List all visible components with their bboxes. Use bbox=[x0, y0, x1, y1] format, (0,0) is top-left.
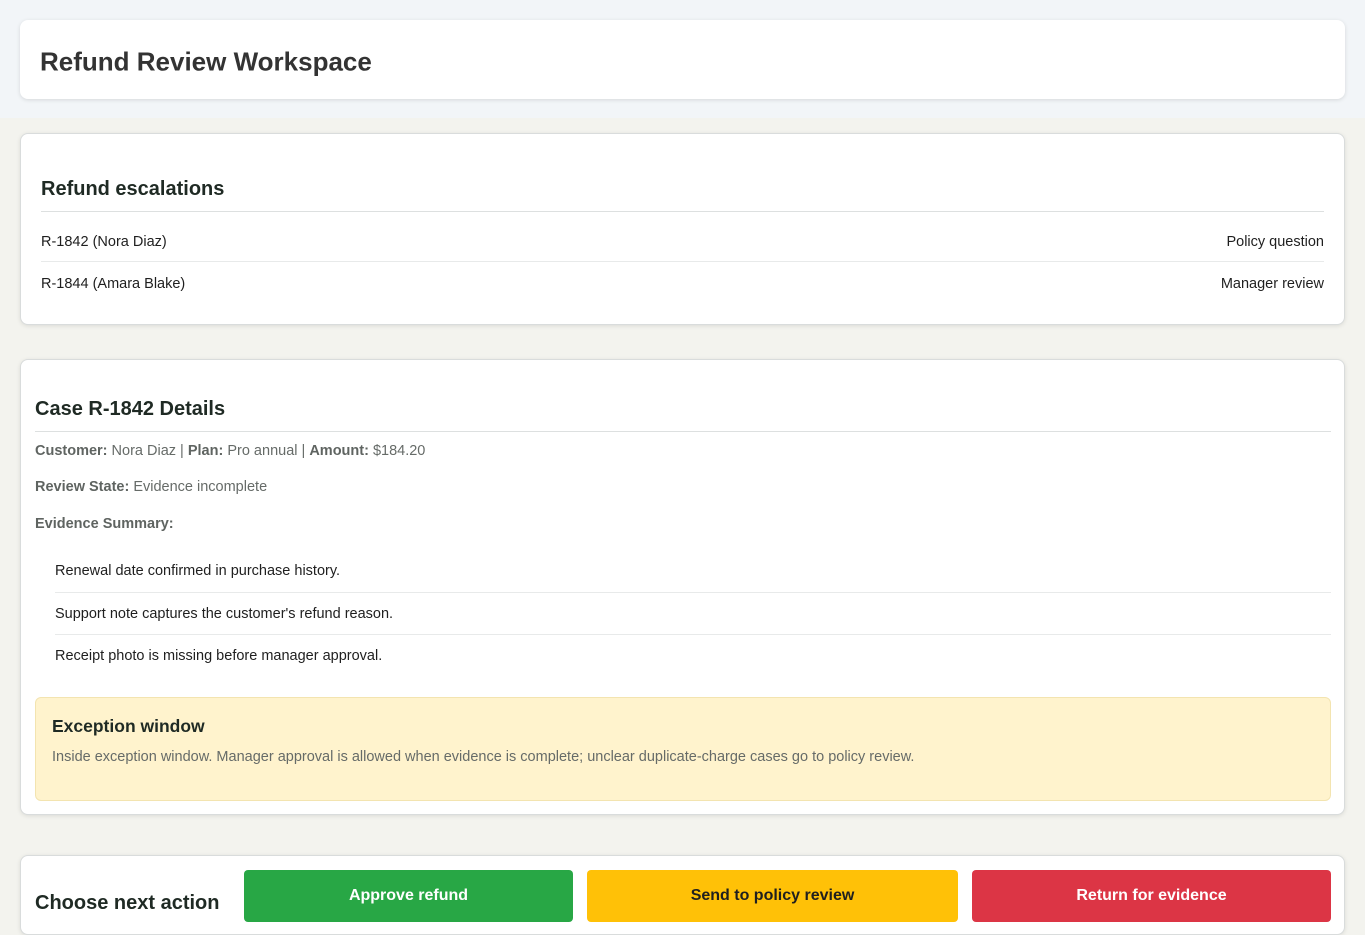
send-to-policy-review-button[interactable]: Send to policy review bbox=[587, 870, 958, 922]
evidence-item: Support note captures the customer's ref… bbox=[55, 593, 1331, 635]
escalation-status: Policy question bbox=[1226, 234, 1324, 250]
plan-value: Pro annual bbox=[227, 443, 298, 459]
escalation-row[interactable]: R-1844 (Amara Blake) Manager review bbox=[41, 262, 1324, 304]
exception-window-notice: Exception window Inside exception window… bbox=[35, 697, 1331, 801]
amount-value: $184.20 bbox=[372, 443, 426, 459]
divider bbox=[41, 211, 1324, 212]
evidence-summary-line: Evidence Summary: bbox=[35, 516, 174, 532]
case-details-panel: Case R-1842 Details Customer: Nora Diaz … bbox=[20, 359, 1345, 815]
action-panel: Choose next action Approve refund Send t… bbox=[20, 855, 1345, 935]
exception-text: Inside exception window. Manager approva… bbox=[52, 749, 915, 765]
case-title: Case R-1842 Details bbox=[35, 398, 226, 420]
plan-label: Plan: bbox=[187, 443, 224, 459]
evidence-text: Renewal date confirmed in purchase histo… bbox=[55, 563, 341, 579]
approve-refund-button[interactable]: Approve refund bbox=[244, 870, 573, 922]
review-state-value: Evidence incomplete bbox=[133, 479, 268, 495]
separator: | bbox=[301, 443, 306, 459]
escalations-title: Refund escalations bbox=[41, 178, 225, 200]
customer-value: Nora Diaz bbox=[111, 443, 177, 459]
evidence-item: Renewal date confirmed in purchase histo… bbox=[55, 550, 1331, 593]
escalation-row[interactable]: R-1842 (Nora Diaz) Policy question bbox=[41, 220, 1324, 262]
evidence-summary-label: Evidence Summary: bbox=[35, 516, 174, 532]
review-state-line: Review State: Evidence incomplete bbox=[35, 479, 267, 495]
amount-label: Amount: bbox=[309, 443, 369, 459]
evidence-text: Receipt photo is missing before manager … bbox=[55, 648, 383, 664]
action-label: Choose next action bbox=[35, 892, 220, 914]
exception-title: Exception window bbox=[52, 716, 205, 736]
separator: | bbox=[180, 443, 184, 459]
workspace-header: Refund Review Workspace bbox=[20, 20, 1345, 99]
customer-label: Customer: bbox=[35, 443, 108, 459]
page-title: Refund Review Workspace bbox=[40, 46, 372, 77]
escalation-case: R-1842 (Nora Diaz) bbox=[41, 234, 167, 250]
escalation-status: Manager review bbox=[1220, 276, 1324, 292]
review-state-label: Review State: bbox=[35, 479, 130, 495]
divider bbox=[35, 431, 1331, 432]
escalations-panel: Refund escalations R-1842 (Nora Diaz) Po… bbox=[20, 133, 1345, 325]
evidence-item: Receipt photo is missing before manager … bbox=[55, 635, 1331, 677]
return-for-evidence-button[interactable]: Return for evidence bbox=[972, 870, 1331, 922]
escalation-case: R-1844 (Amara Blake) bbox=[41, 276, 186, 292]
case-summary-line: Customer: Nora Diaz | Plan: Pro annual |… bbox=[35, 443, 425, 459]
evidence-text: Support note captures the customer's ref… bbox=[55, 606, 394, 622]
